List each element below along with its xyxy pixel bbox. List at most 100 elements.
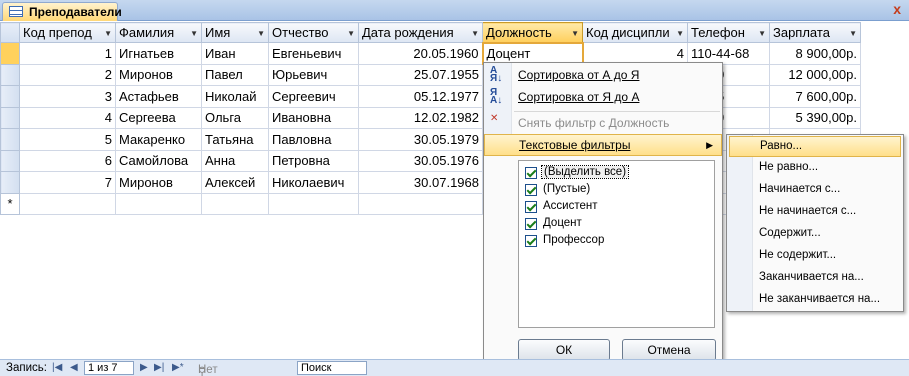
table-cell[interactable]: 05.12.1977 (358, 85, 483, 108)
table-cell[interactable]: 3 (19, 85, 116, 108)
filter-not-contains-item[interactable]: Не содержит... (729, 246, 901, 267)
table-cell[interactable]: 6 (19, 149, 116, 172)
sort-asc-item[interactable]: А Я↓ Сортировка от А до Я (484, 65, 722, 87)
table-cell[interactable] (19, 192, 116, 215)
dropdown-arrow-icon[interactable]: ▼ (471, 29, 479, 38)
table-cell[interactable]: Макаренко (115, 128, 202, 151)
table-cell[interactable]: Татьяна (201, 128, 269, 151)
filter-contains-item[interactable]: Содержит... (729, 224, 901, 245)
table-cell[interactable]: 8 900,00р. (769, 42, 861, 65)
column-header[interactable]: Зарплата ▼ (769, 22, 861, 43)
last-record-icon[interactable]: ▶| (154, 362, 164, 373)
record-selector[interactable] (0, 63, 20, 86)
first-record-icon[interactable]: |◀ (52, 362, 62, 373)
table-cell[interactable]: Ивановна (268, 106, 359, 129)
checkbox-checked[interactable] (525, 201, 537, 213)
dropdown-arrow-icon[interactable]: ▼ (676, 29, 684, 38)
table-cell[interactable] (201, 192, 269, 215)
table-cell[interactable]: 1 (19, 42, 116, 65)
table-cell[interactable]: 4 (19, 106, 116, 129)
record-selector[interactable] (0, 149, 20, 172)
ok-button[interactable]: ОК (518, 339, 610, 361)
filter-not-equals-item[interactable]: Не равно... (729, 158, 901, 179)
filter-not-ends-with-item[interactable]: Не заканчивается на... (729, 290, 901, 311)
cancel-button[interactable]: Отмена (622, 339, 716, 361)
table-cell[interactable]: 12.02.1982 (358, 106, 483, 129)
dropdown-arrow-icon[interactable]: ▼ (571, 29, 579, 38)
column-header[interactable]: Код препод ▼ (19, 22, 116, 43)
close-icon[interactable]: x (893, 1, 901, 17)
table-cell[interactable]: 7 600,00р. (769, 85, 861, 108)
table-cell[interactable]: 2 (19, 63, 116, 86)
table-cell[interactable]: 30.05.1979 (358, 128, 483, 151)
table-cell[interactable]: Сергеева (115, 106, 202, 129)
record-selector[interactable] (0, 85, 20, 108)
table-cell[interactable]: Павел (201, 63, 269, 86)
table-cell[interactable]: 5 390,00р. (769, 106, 861, 129)
table-cell[interactable]: Миронов (115, 171, 202, 194)
table-cell[interactable]: Игнатьев (115, 42, 202, 65)
table-cell[interactable]: Астафьев (115, 85, 202, 108)
select-all-corner[interactable] (0, 22, 20, 43)
table-cell[interactable]: 30.07.1968 (358, 171, 483, 194)
column-header[interactable]: Телефон ▼ (687, 22, 770, 43)
record-number-field[interactable]: 1 из 7 (84, 361, 134, 375)
dropdown-arrow-icon[interactable]: ▼ (257, 29, 265, 38)
table-cell[interactable]: Ольга (201, 106, 269, 129)
checkbox-checked[interactable] (525, 218, 537, 230)
table-cell[interactable]: Евгеньевич (268, 42, 359, 65)
table-cell[interactable]: 5 (19, 128, 116, 151)
new-record-icon[interactable]: ▶* (172, 362, 184, 373)
checkbox-checked[interactable] (525, 235, 537, 247)
record-selector[interactable] (0, 128, 20, 151)
checkbox-checked[interactable] (525, 184, 537, 196)
dropdown-arrow-icon[interactable]: ▼ (190, 29, 198, 38)
sort-desc-item[interactable]: Я А↓ Сортировка от Я до А (484, 87, 722, 109)
table-cell[interactable] (268, 192, 359, 215)
table-cell[interactable]: 30.05.1976 (358, 149, 483, 172)
filter-equals-item[interactable]: Равно... (729, 136, 901, 157)
filter-begins-with-item[interactable]: Начинается с... (729, 180, 901, 201)
table-cell[interactable]: Николай (201, 85, 269, 108)
checkbox-checked[interactable] (525, 167, 537, 179)
table-cell[interactable]: Николаевич (268, 171, 359, 194)
column-header-active[interactable]: Должность ▼ (482, 22, 583, 43)
column-header[interactable]: Дата рождения ▼ (358, 22, 483, 43)
table-cell[interactable]: Павловна (268, 128, 359, 151)
table-cell[interactable]: 20.05.1960 (358, 42, 483, 65)
table-cell[interactable]: Сергеевич (268, 85, 359, 108)
tab-prepodavateli[interactable]: Преподаватели (2, 2, 122, 21)
table-cell[interactable]: Миронов (115, 63, 202, 86)
table-cell[interactable] (115, 192, 202, 215)
table-cell[interactable]: Петровна (268, 149, 359, 172)
next-record-icon[interactable]: ▶ (140, 362, 148, 373)
column-header[interactable]: Код дисципли ▼ (582, 22, 688, 43)
table-cell[interactable]: Алексей (201, 171, 269, 194)
table-cell[interactable]: 4 (582, 42, 688, 65)
dropdown-arrow-icon[interactable]: ▼ (347, 29, 355, 38)
table-cell[interactable]: 12 000,00р. (769, 63, 861, 86)
table-cell[interactable]: 110-44-68 (687, 42, 770, 65)
record-selector[interactable] (0, 106, 20, 129)
table-cell[interactable]: Самойлова (115, 149, 202, 172)
prev-record-icon[interactable]: ◀ (70, 362, 78, 373)
table-cell[interactable]: Иван (201, 42, 269, 65)
filter-not-begins-with-item[interactable]: Не начинается с... (729, 202, 901, 223)
dropdown-arrow-icon[interactable]: ▼ (104, 29, 112, 38)
text-filters-item[interactable]: Текстовые фильтры ▶ (484, 134, 722, 156)
dropdown-arrow-icon[interactable]: ▼ (758, 29, 766, 38)
table-cell[interactable]: Юрьевич (268, 63, 359, 86)
record-selector[interactable] (0, 42, 20, 65)
table-cell[interactable]: Доцент (481, 41, 584, 65)
filter-ends-with-item[interactable]: Заканчивается на... (729, 268, 901, 289)
dropdown-arrow-icon[interactable]: ▼ (849, 29, 857, 38)
table-cell[interactable]: Анна (201, 149, 269, 172)
clear-filter-item[interactable]: ✕ Снять фильтр с Должность (484, 113, 722, 135)
table-cell[interactable] (358, 192, 483, 215)
column-header[interactable]: Фамилия ▼ (115, 22, 202, 43)
table-cell[interactable]: 7 (19, 171, 116, 194)
column-header[interactable]: Отчество ▼ (268, 22, 359, 43)
search-input[interactable]: Поиск (297, 361, 367, 375)
table-cell[interactable]: 25.07.1955 (358, 63, 483, 86)
record-selector[interactable] (0, 171, 20, 194)
